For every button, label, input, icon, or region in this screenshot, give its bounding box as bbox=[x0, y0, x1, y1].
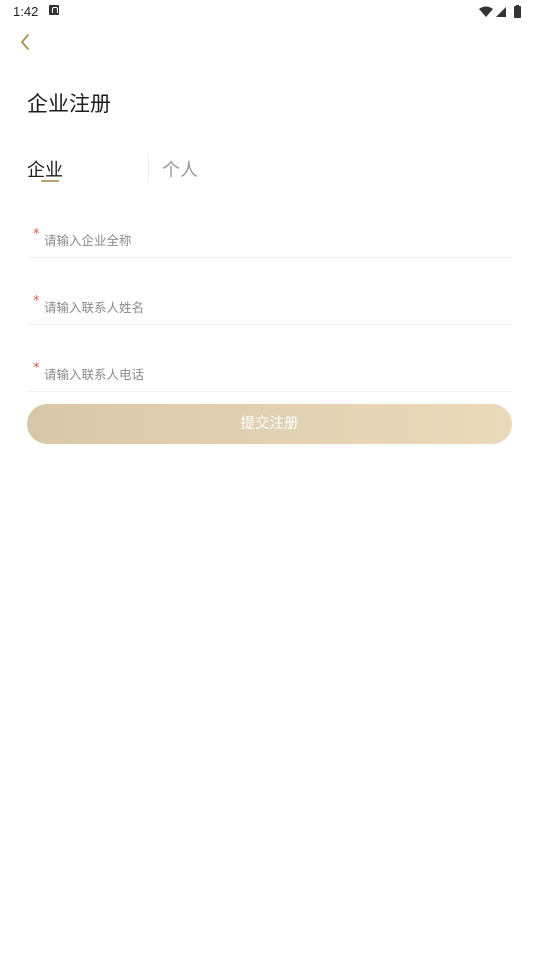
status-icons bbox=[478, 4, 526, 18]
required-mark: * bbox=[33, 294, 40, 309]
contact-name-input[interactable] bbox=[44, 296, 504, 318]
status-time: 1:42 bbox=[13, 4, 39, 19]
contact-phone-input[interactable] bbox=[44, 363, 504, 385]
battery-cap bbox=[516, 5, 519, 7]
battery-icon bbox=[514, 6, 521, 18]
chevron-left-icon bbox=[21, 34, 29, 50]
signal-icon bbox=[496, 7, 506, 17]
tab-personal[interactable]: 个人 bbox=[162, 156, 198, 182]
contact-name-field: * bbox=[27, 280, 512, 325]
notification-a-icon bbox=[49, 5, 59, 15]
required-mark: * bbox=[33, 227, 40, 242]
submit-registration-button[interactable]: 提交注册 bbox=[27, 404, 512, 444]
company-name-field: * bbox=[27, 213, 512, 258]
wifi-icon bbox=[479, 6, 493, 17]
back-button[interactable] bbox=[14, 30, 38, 54]
status-icons-svg bbox=[479, 5, 521, 18]
page-title: 企业注册 bbox=[27, 92, 111, 116]
contact-phone-field: * bbox=[27, 347, 512, 392]
company-name-input[interactable] bbox=[44, 229, 504, 251]
tab-divider bbox=[148, 154, 149, 182]
required-mark: * bbox=[33, 361, 40, 376]
tab-active-indicator bbox=[41, 180, 59, 182]
tab-enterprise[interactable]: 企业 bbox=[27, 156, 63, 182]
status-bar: 1:42 bbox=[0, 0, 538, 24]
